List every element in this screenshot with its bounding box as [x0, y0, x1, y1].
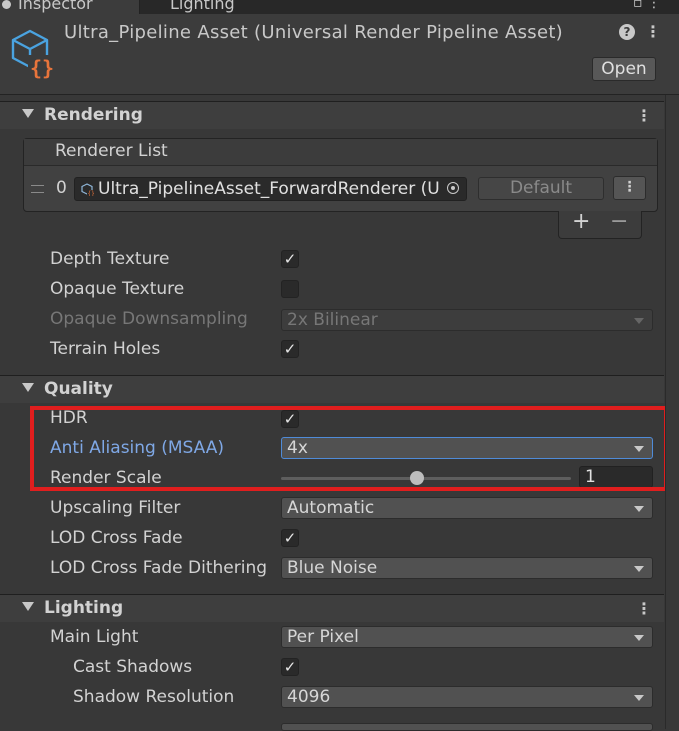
- remove-renderer-button[interactable]: −: [610, 209, 628, 234]
- window-menu-icon[interactable]: ⋮: [647, 0, 661, 11]
- lod-cross-fade-dithering-value: Blue Noise: [287, 558, 378, 578]
- object-picker-icon[interactable]: [442, 178, 466, 200]
- section-quality-title: Quality: [44, 379, 113, 399]
- lod-cross-fade-dithering-label: LOD Cross Fade Dithering: [50, 558, 268, 578]
- upscaling-filter-label: Upscaling Filter: [50, 498, 181, 518]
- section-quality-header[interactable]: Quality: [0, 375, 664, 403]
- main-light-dropdown[interactable]: Per Pixel: [281, 626, 653, 648]
- opaque-texture-checkbox[interactable]: [281, 280, 299, 298]
- terrain-holes-checkbox[interactable]: ✓: [281, 340, 299, 358]
- open-button[interactable]: Open: [592, 57, 656, 81]
- maximize-icon[interactable]: ▫: [633, 0, 643, 11]
- chevron-down-icon: [634, 695, 644, 701]
- drag-handle-icon[interactable]: [31, 185, 44, 193]
- chevron-down-icon: [634, 635, 644, 641]
- renderer-asset-icon: {}: [81, 183, 94, 196]
- highlight-annotation: [30, 406, 668, 491]
- opaque-downsampling-label: Opaque Downsampling: [50, 309, 248, 329]
- lod-cross-fade-label: LOD Cross Fade: [50, 528, 183, 548]
- shadow-resolution-value: 4096: [287, 687, 331, 707]
- section-menu-icon[interactable]: ⋮: [636, 108, 652, 124]
- renderer-row-index: 0: [56, 178, 67, 198]
- renderer-row-menu-icon[interactable]: ⋮: [613, 176, 646, 200]
- renderer-list-label: Renderer List: [55, 141, 168, 161]
- info-icon: [2, 0, 11, 9]
- main-light-value: Per Pixel: [287, 627, 359, 647]
- inspector-header: {} Ultra_Pipeline Asset (Universal Rende…: [0, 14, 679, 95]
- foldout-arrow-icon[interactable]: [22, 383, 34, 392]
- cast-shadows-checkbox[interactable]: ✓: [281, 658, 299, 676]
- header-menu-icon[interactable]: ⋮: [645, 24, 661, 40]
- shadow-resolution-dropdown[interactable]: 4096: [281, 686, 653, 708]
- set-default-button[interactable]: Default: [478, 177, 604, 200]
- shadow-resolution-label: Shadow Resolution: [73, 687, 235, 707]
- cast-shadows-label: Cast Shadows: [73, 657, 193, 677]
- foldout-arrow-icon[interactable]: [22, 602, 34, 611]
- section-menu-icon[interactable]: ⋮: [636, 601, 652, 617]
- upscaling-filter-dropdown[interactable]: Automatic: [281, 497, 653, 519]
- lod-cross-fade-checkbox[interactable]: ✓: [281, 529, 299, 547]
- section-lighting-title: Lighting: [44, 598, 124, 618]
- foldout-arrow-icon[interactable]: [22, 109, 34, 118]
- tab-inspector-label: Inspector: [18, 0, 93, 13]
- svg-text:{}: {}: [88, 191, 95, 197]
- depth-texture-checkbox[interactable]: ✓: [281, 250, 299, 268]
- chevron-down-icon: [634, 318, 644, 324]
- tab-inspector[interactable]: Inspector: [0, 0, 140, 14]
- section-rendering-header[interactable]: Rendering ⋮: [0, 101, 664, 129]
- tab-lighting[interactable]: Lighting: [150, 0, 235, 14]
- asset-title: Ultra_Pipeline Asset (Universal Render P…: [64, 22, 564, 43]
- tab-lighting-label: Lighting: [170, 0, 235, 13]
- chevron-down-icon: [634, 566, 644, 572]
- renderer-object-value: Ultra_PipelineAsset_ForwardRenderer (U: [98, 179, 440, 199]
- main-light-label: Main Light: [50, 627, 139, 647]
- terrain-holes-label: Terrain Holes: [50, 339, 161, 359]
- section-lighting-header[interactable]: Lighting ⋮: [0, 594, 664, 622]
- add-renderer-button[interactable]: +: [572, 209, 590, 234]
- opaque-downsampling-value: 2x Bilinear: [287, 310, 378, 330]
- opaque-downsampling-dropdown: 2x Bilinear: [281, 309, 653, 331]
- urp-asset-icon: {}: [11, 29, 54, 80]
- tab-bar: Inspector Lighting ▫ ⋮: [0, 0, 679, 14]
- depth-texture-label: Depth Texture: [50, 249, 170, 269]
- list-add-remove: + −: [558, 209, 642, 239]
- renderer-object-field[interactable]: {} Ultra_PipelineAsset_ForwardRenderer (…: [74, 177, 467, 201]
- vertical-scrollbar[interactable]: [665, 95, 679, 729]
- lod-cross-fade-dithering-dropdown[interactable]: Blue Noise: [281, 557, 653, 579]
- next-field-partial[interactable]: [281, 723, 653, 731]
- upscaling-filter-value: Automatic: [287, 498, 375, 518]
- section-rendering-title: Rendering: [44, 105, 143, 125]
- help-icon[interactable]: ?: [619, 24, 635, 40]
- chevron-down-icon: [634, 506, 644, 512]
- opaque-texture-label: Opaque Texture: [50, 279, 185, 299]
- window-controls[interactable]: ▫ ⋮: [633, 0, 661, 11]
- svg-text:{}: {}: [30, 56, 54, 80]
